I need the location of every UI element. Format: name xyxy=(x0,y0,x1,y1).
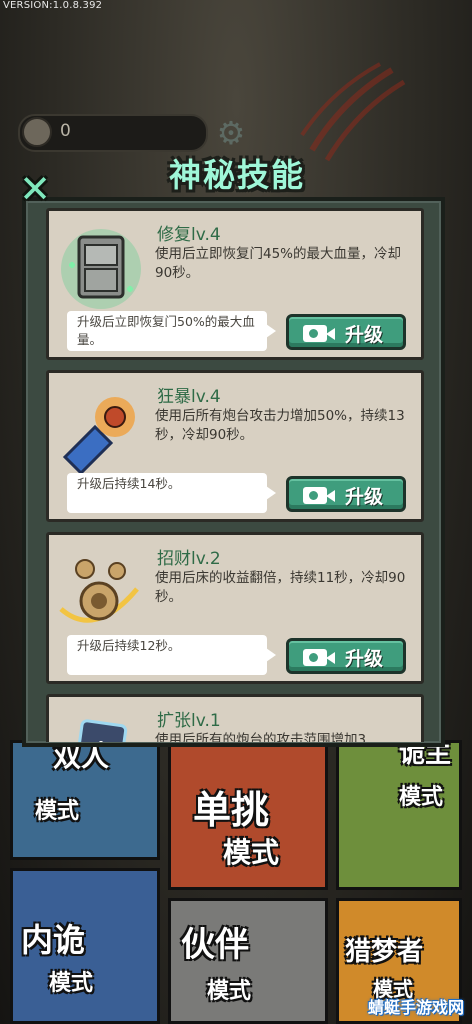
skill-card: 扩张lv.1 使用后所有的炮台的攻击范围增加3 xyxy=(46,694,424,742)
mode-inner-subtitle: 模式 xyxy=(49,971,94,996)
skill-description: 使用后所有的炮台的攻击范围增加3 xyxy=(155,732,367,742)
upgrade-label: 升级 xyxy=(345,486,384,508)
mode-double[interactable]: 双人 模式 xyxy=(10,740,160,860)
coin-count: 0 xyxy=(60,121,71,141)
skill-card: 修复lv.4 使用后立即恢复门45%的最大血量，冷却90秒。 升级后立即恢复门5… xyxy=(46,208,424,360)
mode-grid: 双人 模式 单挑 模式 诡主 模式 内诡 模式 伙伴 模式 猎梦者 模式 xyxy=(10,740,462,1024)
video-icon xyxy=(303,649,335,666)
coins-icon xyxy=(59,559,139,623)
coin-bar: 0 xyxy=(18,114,208,152)
video-icon xyxy=(303,325,335,342)
watermark: 蜻蜓手游戏网 xyxy=(367,998,464,1017)
skill-name: 狂暴lv.4 xyxy=(157,387,221,407)
dialog-title: 神秘技能 xyxy=(168,156,305,194)
skill-description: 使用后所有炮台攻击力增加50%，持续13秒，冷却90秒。 xyxy=(155,408,405,443)
expand-icon xyxy=(74,719,128,742)
mode-solo-subtitle: 模式 xyxy=(223,836,280,869)
skill-card: 招财lv.2 使用后床的收益翻倍，持续11秒，冷却90秒。 升级后持续12秒。 … xyxy=(46,532,424,684)
mode-ghost[interactable]: 诡主 模式 xyxy=(336,740,462,890)
upgrade-button[interactable]: 升级 xyxy=(286,638,406,674)
mode-double-subtitle: 模式 xyxy=(35,799,80,824)
upgrade-button[interactable]: 升级 xyxy=(286,476,406,512)
skill-description: 使用后立即恢复门45%的最大血量，冷却90秒。 xyxy=(155,246,402,281)
upgrade-label: 升级 xyxy=(345,648,384,670)
mode-partner[interactable]: 伙伴 模式 xyxy=(168,898,328,1024)
settings-gear-icon[interactable]: ⚙ xyxy=(214,116,248,150)
next-level-info: 升级后立即恢复门50%的最大血量。 xyxy=(67,311,276,351)
mode-solo-title: 单挑 xyxy=(193,788,270,832)
mode-solo[interactable]: 单挑 模式 xyxy=(168,740,328,890)
mode-ghost-subtitle: 模式 xyxy=(399,785,444,810)
skill-description: 使用后床的收益翻倍，持续11秒，冷却90秒。 xyxy=(155,570,406,605)
skill-card: 狂暴lv.4 使用后所有炮台攻击力增加50%，持续13秒，冷却90秒。 升级后持… xyxy=(46,370,424,522)
mode-partner-subtitle: 模式 xyxy=(207,979,252,1004)
skill-name: 招财lv.2 xyxy=(157,549,221,569)
next-level-info: 升级后持续12秒。 xyxy=(67,635,276,675)
skill-name: 扩张lv.1 xyxy=(157,711,221,731)
version-label: VERSION:1.0.8.392 xyxy=(3,0,103,11)
upgrade-label: 升级 xyxy=(345,324,384,346)
mode-inner-title: 内诡 xyxy=(21,921,86,959)
upgrade-button[interactable]: 升级 xyxy=(286,314,406,350)
mode-inner[interactable]: 内诡 模式 xyxy=(10,868,160,1024)
skill-name: 修复lv.4 xyxy=(157,225,221,245)
coin-icon xyxy=(22,117,52,147)
video-icon xyxy=(303,487,335,504)
door-icon xyxy=(61,229,141,309)
cannon-icon xyxy=(62,397,135,475)
mode-partner-title: 伙伴 xyxy=(181,925,249,965)
mode-hunter-title: 猎梦者 xyxy=(345,937,424,967)
close-icon[interactable]: ✕ xyxy=(18,170,52,208)
next-level-info: 升级后持续14秒。 xyxy=(67,473,276,513)
skill-list[interactable]: 修复lv.4 使用后立即恢复门45%的最大血量，冷却90秒。 升级后立即恢复门5… xyxy=(46,208,424,742)
